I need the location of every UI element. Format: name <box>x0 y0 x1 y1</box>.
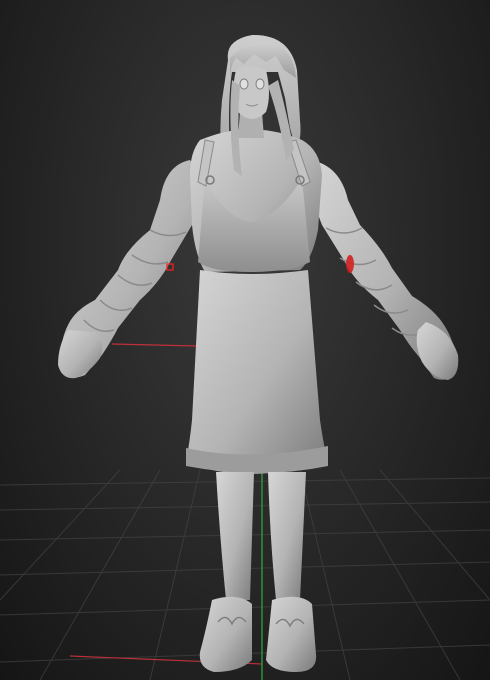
right-shoe <box>266 596 317 672</box>
left-hand <box>58 330 103 379</box>
right-leg <box>268 472 306 600</box>
right-eye <box>255 78 265 90</box>
viewport-canvas[interactable] <box>0 0 490 680</box>
left-leg <box>216 472 254 600</box>
3d-viewport[interactable] <box>0 0 490 680</box>
sculpt-model[interactable] <box>58 34 459 672</box>
x-axis-line <box>111 343 199 347</box>
left-shoe <box>199 596 252 672</box>
dress-skirt <box>186 270 328 474</box>
mask-marker-right <box>346 255 354 273</box>
right-hand <box>416 322 459 380</box>
left-eye <box>239 78 249 90</box>
